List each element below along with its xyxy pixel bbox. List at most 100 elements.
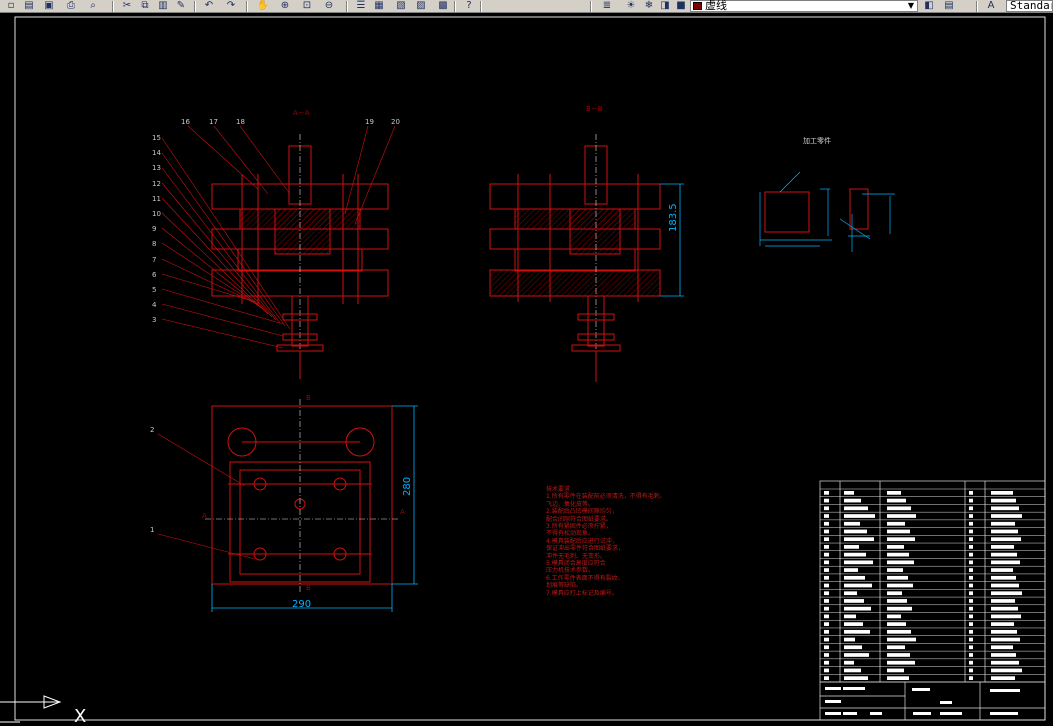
standard-toolbar: ▫ ▤ ▣ ⎙ ⌕ ✂ ⧉ ▥ ✎ ↶ ↷ ✋ ⊕ ⊡ ⊖ ☰ ▦ ▧ ▨ ▩? ≣ ☀ ❄ ◨ ■ ◧ ▤ A 虚线 ▼ Stand…	[0, 0, 1053, 13]
properties-icon[interactable]: ☰	[352, 0, 370, 12]
open-icon[interactable]: ▤	[20, 0, 38, 12]
table-cell-text	[887, 660, 915, 665]
match-properties-icon[interactable]: ✎	[172, 0, 190, 12]
table-cell-text	[844, 622, 863, 626]
zoom-previous-icon[interactable]: ⊖	[320, 0, 338, 12]
undo-icon[interactable]: ↶	[200, 0, 218, 12]
table-cell-text	[887, 521, 905, 526]
title-block-text	[940, 712, 962, 715]
title-block-text	[990, 712, 1018, 715]
table-cell-text	[824, 653, 829, 657]
help-icon[interactable]: ?	[460, 0, 478, 12]
zoom-window-icon[interactable]: ⊡	[298, 0, 316, 12]
toolbar-separator	[480, 1, 482, 12]
table-cell-text	[991, 514, 1022, 518]
toolbar-separator	[112, 1, 114, 12]
table-cell-text	[824, 568, 829, 572]
copy-icon[interactable]: ⧉	[136, 0, 154, 12]
redo-icon[interactable]: ↷	[222, 0, 240, 12]
table-cell-text	[844, 668, 861, 673]
drawing-canvas[interactable]: A－A B－B 加工零件 15 14 13 12 11 10 9 8 7 6 5 4 3 16 17 18 1…	[0, 14, 1053, 726]
note-line: 2.装配后凸凹模间隙均匀，	[546, 508, 618, 516]
table-cell-text	[969, 568, 973, 572]
part-number-label: 7	[152, 255, 157, 264]
part-number-label: 6	[152, 270, 157, 279]
table-cell-text	[991, 498, 1016, 503]
table-cell-text	[969, 537, 973, 542]
cut-icon[interactable]: ✂	[118, 0, 136, 12]
title-block-text	[912, 688, 930, 691]
design-center-icon[interactable]: ▦	[370, 0, 388, 12]
note-line: 不得有松动现象。	[546, 530, 595, 538]
sheet-set-icon[interactable]: ▨	[412, 0, 430, 12]
table-cell-text	[991, 614, 1021, 619]
text-style-icon[interactable]: A	[982, 0, 1000, 12]
table-cell-text	[991, 506, 1019, 511]
print-icon[interactable]: ⎙	[62, 0, 80, 12]
text-style-dropdown[interactable]: Standard	[1006, 0, 1053, 12]
table-cell-text	[844, 591, 857, 596]
callout-2: 2	[150, 426, 155, 434]
layer-previous-icon[interactable]: ◧	[920, 0, 938, 12]
table-cell-text	[991, 622, 1014, 626]
table-cell-text	[991, 537, 1021, 542]
table-cell-text	[969, 545, 973, 549]
chevron-down-icon[interactable]: ▼	[906, 1, 916, 11]
table-cell-text	[887, 506, 911, 511]
table-cell-text	[824, 575, 829, 580]
table-cell-text	[969, 637, 973, 642]
layer-state-icon[interactable]: ▤	[940, 0, 958, 12]
dimension-290: 290	[292, 599, 312, 610]
plan-mark-b-top: B	[306, 394, 311, 402]
layer-dropdown[interactable]: 虚线 ▼	[690, 0, 918, 12]
table-cell-text	[824, 676, 829, 680]
table-cell-text	[844, 545, 859, 549]
layer-name: 虚线	[705, 0, 727, 12]
layer-manager-icon[interactable]: ≣	[598, 0, 616, 12]
workpiece-view	[764, 188, 869, 233]
layer-on-icon[interactable]: ☀	[622, 0, 640, 12]
tool-palette-icon[interactable]: ▧	[392, 0, 410, 12]
table-cell-text	[887, 629, 911, 634]
table-cell-text	[844, 653, 869, 657]
pan-icon[interactable]: ✋	[254, 0, 272, 12]
workpiece-dims	[759, 171, 895, 252]
table-cell-text	[991, 491, 1013, 495]
plot-preview-icon[interactable]: ⌕	[84, 0, 102, 12]
table-cell-text	[844, 560, 873, 565]
table-cell-text	[844, 676, 868, 680]
paste-icon[interactable]: ▥	[154, 0, 172, 12]
table-cell-text	[824, 514, 829, 518]
table-cell-text	[844, 575, 865, 580]
layer-color-icon[interactable]: ■	[672, 0, 690, 12]
technical-notes: 技术要求 1.所有零件在装配前必须清洗，不得有毛刺、 飞边、氧化皮等。 2.装配后…	[546, 486, 696, 597]
save-icon[interactable]: ▣	[40, 0, 58, 12]
part-number-label: 5	[152, 286, 157, 294]
table-cell-text	[844, 629, 870, 634]
workpiece-title: 加工零件	[803, 137, 831, 145]
table-cell-text	[991, 660, 1019, 665]
table-cell-text	[824, 498, 829, 503]
table-cell-text	[844, 645, 862, 650]
calculator-icon[interactable]: ▩	[434, 0, 452, 12]
table-cell-text	[824, 552, 829, 557]
table-cell-text	[969, 591, 973, 596]
new-icon[interactable]: ▫	[2, 0, 20, 12]
title-block-text	[843, 687, 865, 690]
note-line: 冲件无毛刺、无变形。	[546, 552, 607, 560]
zoom-realtime-icon[interactable]: ⊕	[276, 0, 294, 12]
table-cell-text	[824, 599, 829, 603]
table-cell-text	[844, 614, 856, 619]
part-number-label: 17	[209, 118, 218, 126]
table-cell-text	[824, 629, 829, 634]
dimension-183-5: 183.5	[668, 203, 679, 232]
table-cell-text	[844, 568, 858, 572]
table-cell-text	[887, 614, 901, 619]
table-cell-text	[844, 637, 855, 642]
table-cell-text	[969, 521, 973, 526]
table-cell-text	[969, 622, 973, 626]
table-cell-text	[824, 506, 829, 511]
table-cell-text	[844, 660, 854, 665]
table-cell-text	[969, 614, 973, 619]
table-cell-text	[887, 575, 908, 580]
